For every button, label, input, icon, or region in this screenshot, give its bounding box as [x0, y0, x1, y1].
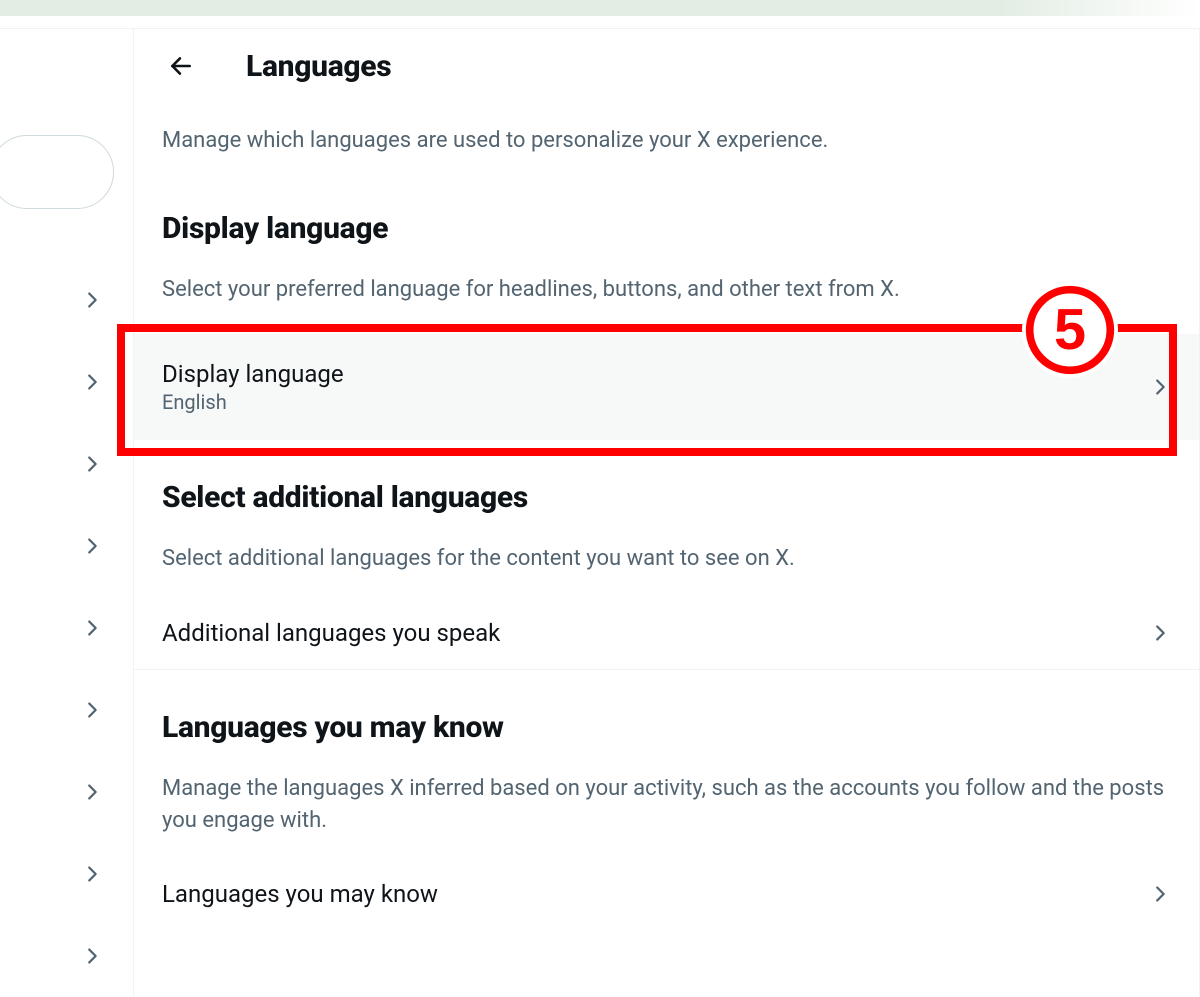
section-title-display: Display language [134, 211, 1199, 246]
page-title: Languages [246, 49, 391, 84]
sidebar-item[interactable] [0, 669, 133, 751]
sidebar-item[interactable] [0, 259, 133, 341]
chevron-right-icon [81, 699, 103, 721]
chevron-right-icon [81, 617, 103, 639]
arrow-left-icon [168, 53, 194, 79]
main-content: Languages Manage which languages are use… [134, 29, 1200, 997]
chevron-right-icon [81, 535, 103, 557]
page-intro: Manage which languages are used to perso… [134, 125, 1199, 157]
row-value: English [162, 390, 344, 414]
chevron-right-icon [81, 863, 103, 885]
sidebar-pill-button[interactable] [0, 135, 114, 209]
sidebar-item[interactable] [0, 915, 133, 997]
chevron-right-icon [81, 371, 103, 393]
section-title-known: Languages you may know [134, 710, 1199, 745]
sidebar-item[interactable] [0, 587, 133, 669]
chevron-right-icon [81, 945, 103, 967]
sidebar-item[interactable] [0, 751, 133, 833]
chevron-right-icon [81, 289, 103, 311]
browser-top-bar-fade [1000, 0, 1200, 16]
row-texts: Display language English [162, 360, 344, 414]
sidebar-item[interactable] [0, 341, 133, 423]
annotation-number-icon: 5 [1022, 282, 1118, 378]
row-title: Additional languages you speak [162, 619, 500, 647]
chevron-right-icon [81, 781, 103, 803]
annotation-circle: 5 [1022, 282, 1118, 378]
chevron-right-icon [81, 453, 103, 475]
section-title-additional: Select additional languages [134, 480, 1199, 515]
page-header: Languages [134, 29, 1199, 97]
svg-text:5: 5 [1054, 298, 1086, 362]
sidebar-item[interactable] [0, 505, 133, 587]
sidebar-item[interactable] [0, 423, 133, 505]
section-desc-known: Manage the languages X inferred based on… [134, 773, 1199, 837]
sidebar [0, 29, 134, 997]
section-desc-additional: Select additional languages for the cont… [134, 543, 1199, 575]
row-title: Languages you may know [162, 880, 438, 908]
chevron-right-icon [1149, 376, 1171, 398]
additional-languages-row[interactable]: Additional languages you speak [134, 597, 1199, 669]
row-title: Display language [162, 360, 344, 388]
divider [134, 669, 1199, 670]
content-wrap: Languages Manage which languages are use… [0, 28, 1200, 997]
languages-you-may-know-row[interactable]: Languages you may know [134, 858, 1199, 930]
back-button[interactable] [162, 47, 200, 85]
chevron-right-icon [1149, 622, 1171, 644]
sidebar-item[interactable] [0, 833, 133, 915]
chevron-right-icon [1149, 883, 1171, 905]
